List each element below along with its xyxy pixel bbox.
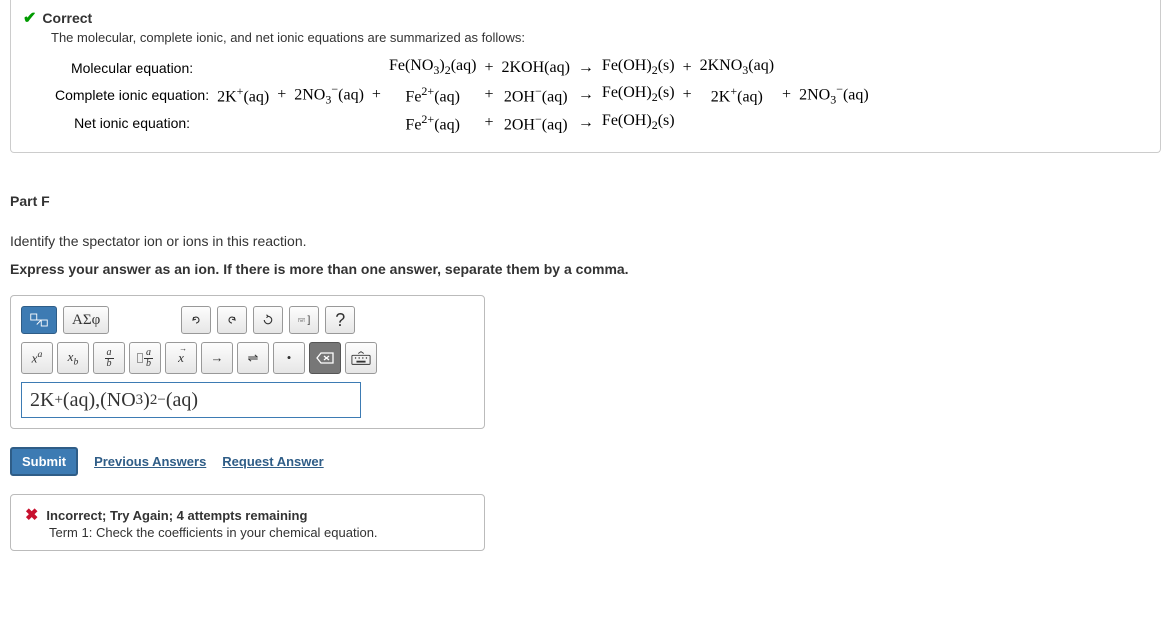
eq-cell: + xyxy=(778,80,795,110)
keyboard-up-icon xyxy=(351,348,371,368)
help-button[interactable]: ? xyxy=(325,306,355,334)
backspace-icon xyxy=(315,348,335,368)
fraction-button[interactable]: ab xyxy=(93,342,125,374)
eq-row-net-ionic: Net ionic equation: Fe2+(aq) + 2OH−(aq) … xyxy=(51,110,873,136)
vector-button[interactable]: x→ xyxy=(165,342,197,374)
redo-button[interactable] xyxy=(217,306,247,334)
toolbar-row1: ΑΣφ ] ? xyxy=(21,306,474,334)
eq-cell: 2NO3−(aq) xyxy=(795,80,873,110)
answer-input[interactable]: 2K+(aq),(NO3)2−(aq) xyxy=(21,382,361,418)
incorrect-feedback-box: ✖ Incorrect; Try Again; 4 attempts remai… xyxy=(10,494,485,551)
template-button[interactable] xyxy=(21,306,57,334)
eq-cell: Fe(NO3)2(aq) xyxy=(385,55,481,80)
reset-icon xyxy=(262,314,274,326)
toolbar-row2: xa xb ab ab x→ → ⇌ • xyxy=(21,342,474,374)
bullet-button[interactable]: • xyxy=(273,342,305,374)
eq-cell: 2OH−(aq) xyxy=(498,110,574,136)
eq-cell: + xyxy=(480,80,497,110)
eq-cell: 2KOH(aq) xyxy=(498,55,574,80)
equation-table: Molecular equation: Fe(NO3)2(aq) + 2KOH(… xyxy=(51,55,873,136)
previous-answers-link[interactable]: Previous Answers xyxy=(94,454,206,469)
check-icon: ✔ xyxy=(23,8,36,28)
backspace-button[interactable] xyxy=(309,342,341,374)
keyboard-button[interactable] xyxy=(345,342,377,374)
answer-widget: ΑΣφ ] ? xa xb ab ab x→ → ⇌ • 2K+(aq),( xyxy=(10,295,485,429)
summary-text: The molecular, complete ionic, and net i… xyxy=(51,30,1148,45)
eq-row-molecular: Molecular equation: Fe(NO3)2(aq) + 2KOH(… xyxy=(51,55,873,80)
incorrect-header: ✖ Incorrect; Try Again; 4 attempts remai… xyxy=(25,505,470,525)
eq-cell: 2KNO3(aq) xyxy=(696,55,778,80)
eq-label-molecular: Molecular equation: xyxy=(51,55,213,80)
equilibrium-arrow-button[interactable]: ⇌ xyxy=(237,342,269,374)
eq-cell: → xyxy=(574,55,598,80)
right-arrow-button[interactable]: → xyxy=(201,342,233,374)
template-icon xyxy=(30,312,48,328)
bracket-icon: ] xyxy=(307,315,310,326)
eq-cell: + xyxy=(679,80,696,110)
superscript-button[interactable]: xa xyxy=(21,342,53,374)
undo-icon xyxy=(190,314,202,326)
submit-button[interactable]: Submit xyxy=(10,447,78,476)
correct-feedback-box: ✔ Correct The molecular, complete ionic,… xyxy=(10,0,1161,153)
eq-cell: + xyxy=(480,110,497,136)
eq-cell: + xyxy=(480,55,497,80)
eq-cell: 2OH−(aq) xyxy=(498,80,574,110)
eq-cell: Fe2+(aq) xyxy=(385,80,481,110)
x-icon: ✖ xyxy=(25,505,38,525)
eq-cell: Fe(OH)2(s) xyxy=(598,55,679,80)
eq-cell: + xyxy=(273,80,290,110)
eq-row-complete-ionic: Complete ionic equation: 2K+(aq) + 2NO3−… xyxy=(51,80,873,110)
incorrect-header-text: Incorrect; Try Again; 4 attempts remaini… xyxy=(46,508,307,523)
mixed-fraction-button[interactable]: ab xyxy=(129,342,161,374)
redo-icon xyxy=(226,314,238,326)
incorrect-detail: Term 1: Check the coefficients in your c… xyxy=(49,525,470,540)
eq-cell: 2K+(aq) xyxy=(213,80,273,110)
correct-label: Correct xyxy=(42,10,92,26)
correct-header: ✔ Correct xyxy=(23,8,1148,28)
undo-button[interactable] xyxy=(181,306,211,334)
eq-cell: + xyxy=(368,80,385,110)
reset-button[interactable] xyxy=(253,306,283,334)
eq-cell: 2K+(aq) xyxy=(696,80,778,110)
eq-label-complete-ionic: Complete ionic equation: xyxy=(51,80,213,110)
request-answer-link[interactable]: Request Answer xyxy=(222,454,323,469)
eq-cell: Fe2+(aq) xyxy=(385,110,481,136)
part-header: Part F xyxy=(10,193,1161,209)
keyboard-shortcuts-button[interactable]: ] xyxy=(289,306,319,334)
submit-row: Submit Previous Answers Request Answer xyxy=(10,447,1161,476)
eq-cell: Fe(OH)2(s) xyxy=(598,80,679,110)
keyboard-icon xyxy=(298,318,305,323)
question-text: Identify the spectator ion or ions in th… xyxy=(10,233,1161,249)
eq-cell: + xyxy=(679,55,696,80)
eq-cell: → xyxy=(574,80,598,110)
eq-label-net-ionic: Net ionic equation: xyxy=(51,110,213,136)
eq-cell: 2NO3−(aq) xyxy=(290,80,368,110)
greek-button[interactable]: ΑΣφ xyxy=(63,306,109,334)
eq-cell: → xyxy=(574,110,598,136)
instruction-text: Express your answer as an ion. If there … xyxy=(10,261,1161,277)
subscript-button[interactable]: xb xyxy=(57,342,89,374)
eq-cell: Fe(OH)2(s) xyxy=(598,110,679,136)
